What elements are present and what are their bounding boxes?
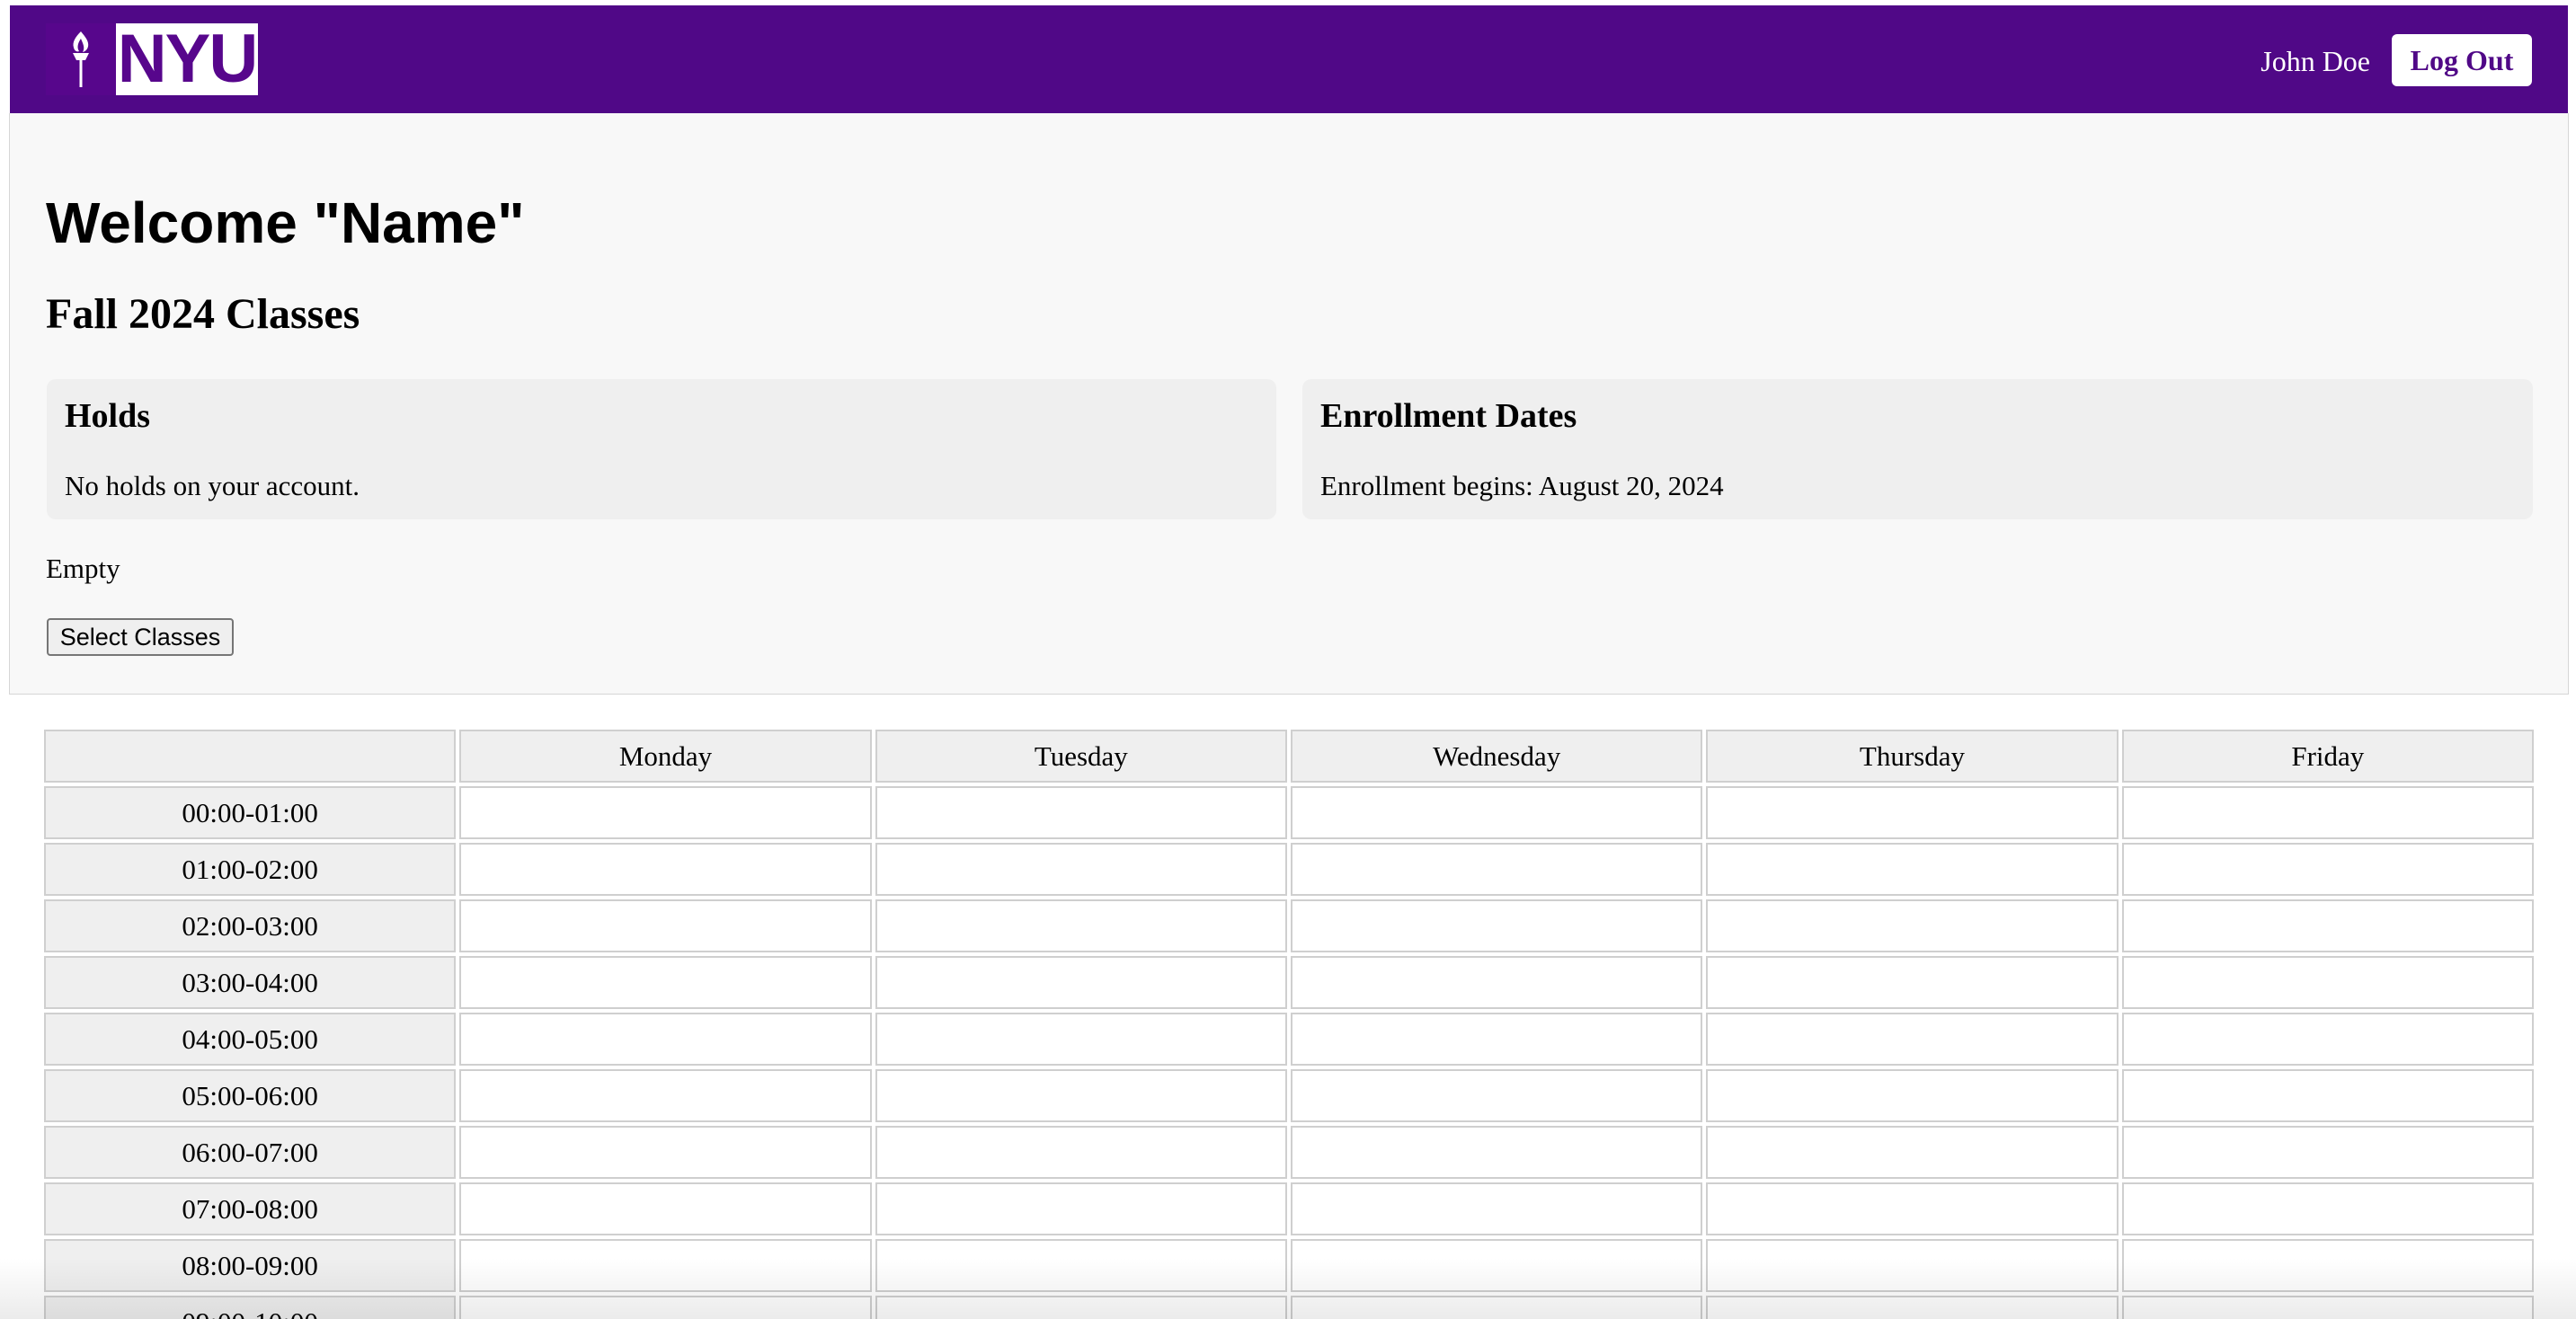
time-slot-label: 09:00-10:00 [44,1296,457,1319]
schedule-cell-tuesday[interactable] [875,843,1287,896]
schedule-cell-thursday[interactable] [1706,1296,2119,1319]
schedule-cell-monday[interactable] [459,1182,872,1235]
holds-title: Holds [65,397,151,435]
time-slot-label: 07:00-08:00 [44,1182,457,1235]
schedule-cell-monday[interactable] [459,843,872,896]
schedule-cell-monday[interactable] [459,1296,872,1319]
schedule-cell-friday[interactable] [2121,899,2534,952]
nyu-wordmark: NYU [116,21,258,97]
table-row: 03:00-04:00 [44,956,2534,1009]
schedule-cell-monday[interactable] [459,899,872,952]
schedule-cell-monday[interactable] [459,1126,872,1179]
schedule-cell-thursday[interactable] [1706,843,2119,896]
torch-icon [46,23,116,95]
day-header-tuesday: Tuesday [875,730,1287,783]
time-slot-label: 05:00-06:00 [44,1069,457,1122]
day-header-wednesday: Wednesday [1290,730,1703,783]
table-row: 09:00-10:00 [44,1296,2534,1319]
schedule-cell-wednesday[interactable] [1290,1069,1703,1122]
time-slot-label: 06:00-07:00 [44,1126,457,1179]
schedule-cell-wednesday[interactable] [1290,1182,1703,1235]
schedule-cell-wednesday[interactable] [1290,899,1703,952]
holds-text: No holds on your account. [65,470,360,501]
select-classes-button[interactable]: Select Classes [47,618,234,656]
schedule-cell-tuesday[interactable] [875,786,1287,839]
table-row: 05:00-06:00 [44,1069,2534,1122]
schedule-cell-monday[interactable] [459,1239,872,1292]
schedule-cell-tuesday[interactable] [875,899,1287,952]
day-header-friday: Friday [2121,730,2534,783]
schedule-cell-thursday[interactable] [1706,786,2119,839]
schedule-cell-tuesday[interactable] [875,1239,1287,1292]
table-row: 04:00-05:00 [44,1013,2534,1066]
schedule-cell-friday[interactable] [2121,956,2534,1009]
enrollment-text: Enrollment begins: August 20, 2024 [1320,470,1724,501]
schedule-cell-tuesday[interactable] [875,956,1287,1009]
time-slot-label: 08:00-09:00 [44,1239,457,1292]
schedule-cell-thursday[interactable] [1706,956,2119,1009]
schedule-cell-wednesday[interactable] [1290,1126,1703,1179]
schedule-cell-friday[interactable] [2121,1013,2534,1066]
schedule-corner-cell [44,730,457,783]
enrollment-title: Enrollment Dates [1320,397,1577,435]
table-row: 01:00-02:00 [44,843,2534,896]
schedule-header-row: Monday Tuesday Wednesday Thursday Friday [44,730,2534,783]
time-slot-label: 01:00-02:00 [44,843,457,896]
schedule-cell-friday[interactable] [2121,1182,2534,1235]
schedule-cell-friday[interactable] [2121,1126,2534,1179]
table-row: 07:00-08:00 [44,1182,2534,1235]
schedule-cell-friday[interactable] [2121,1239,2534,1292]
top-header: NYU John Doe Log Out [10,5,2568,113]
schedule-table-container: Monday Tuesday Wednesday Thursday Friday… [44,730,2534,1319]
schedule-cell-tuesday[interactable] [875,1296,1287,1319]
table-row: 02:00-03:00 [44,899,2534,952]
nyu-logo[interactable]: NYU [46,23,258,95]
holds-card: Holds No holds on your account. [47,379,1276,519]
schedule-cell-thursday[interactable] [1706,1013,2119,1066]
schedule-cell-tuesday[interactable] [875,1069,1287,1122]
schedule-cell-monday[interactable] [459,1069,872,1122]
user-name: John Doe [2261,45,2370,77]
schedule-cell-wednesday[interactable] [1290,843,1703,896]
enrollment-card: Enrollment Dates Enrollment begins: Augu… [1302,379,2533,519]
schedule-cell-tuesday[interactable] [875,1182,1287,1235]
table-row: 00:00-01:00 [44,786,2534,839]
time-slot-label: 03:00-04:00 [44,956,457,1009]
schedule-body: 00:00-01:00 01:00-02:00 02:00-03:00 03:00-0… [44,786,2534,1319]
page-title: Welcome "Name" [46,190,525,255]
schedule-cell-tuesday[interactable] [875,1013,1287,1066]
schedule-cell-friday[interactable] [2121,843,2534,896]
term-title: Fall 2024 Classes [46,290,360,338]
schedule-cell-thursday[interactable] [1706,1182,2119,1235]
schedule-cell-monday[interactable] [459,956,872,1009]
schedule-cell-tuesday[interactable] [875,1126,1287,1179]
schedule-cell-friday[interactable] [2121,786,2534,839]
time-slot-label: 02:00-03:00 [44,899,457,952]
schedule-cell-friday[interactable] [2121,1069,2534,1122]
schedule-cell-wednesday[interactable] [1290,786,1703,839]
empty-classes-text: Empty [46,553,120,584]
day-header-monday: Monday [459,730,872,783]
schedule-cell-thursday[interactable] [1706,1239,2119,1292]
time-slot-label: 04:00-05:00 [44,1013,457,1066]
day-header-thursday: Thursday [1706,730,2119,783]
schedule-cell-wednesday[interactable] [1290,956,1703,1009]
schedule-cell-monday[interactable] [459,1013,872,1066]
schedule-cell-thursday[interactable] [1706,1126,2119,1179]
schedule-cell-wednesday[interactable] [1290,1013,1703,1066]
table-row: 08:00-09:00 [44,1239,2534,1292]
logout-button[interactable]: Log Out [2392,34,2532,86]
main-panel: Welcome "Name" Fall 2024 Classes Holds N… [9,113,2569,695]
schedule-cell-wednesday[interactable] [1290,1296,1703,1319]
schedule-cell-friday[interactable] [2121,1296,2534,1319]
schedule-cell-wednesday[interactable] [1290,1239,1703,1292]
schedule-table: Monday Tuesday Wednesday Thursday Friday… [44,730,2534,1319]
table-row: 06:00-07:00 [44,1126,2534,1179]
schedule-cell-thursday[interactable] [1706,1069,2119,1122]
schedule-cell-monday[interactable] [459,786,872,839]
time-slot-label: 00:00-01:00 [44,786,457,839]
schedule-cell-thursday[interactable] [1706,899,2119,952]
